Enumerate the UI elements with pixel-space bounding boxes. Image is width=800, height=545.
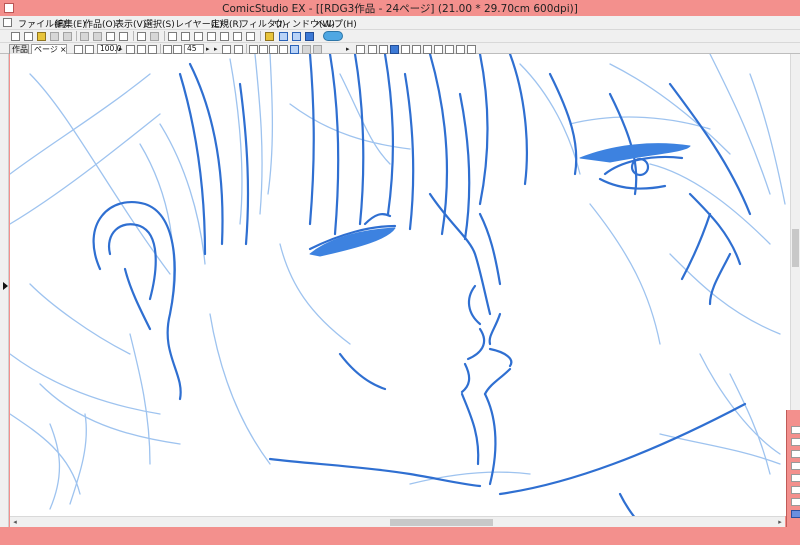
redo-icon[interactable] — [150, 32, 159, 41]
fit-page-icon[interactable] — [74, 45, 83, 54]
tone-area-icon[interactable] — [313, 45, 322, 54]
eyedropper-icon[interactable] — [401, 45, 410, 54]
flip-vertical-icon[interactable] — [234, 45, 243, 54]
pencil-icon[interactable] — [368, 45, 377, 54]
toolbar-separator — [133, 31, 134, 41]
main-toolbar — [0, 29, 800, 42]
material-icon[interactable] — [265, 32, 274, 41]
vertical-scroll-thumb[interactable] — [792, 229, 799, 267]
scroll-left-icon[interactable]: ◂ — [11, 518, 19, 526]
save-icon[interactable] — [50, 32, 59, 41]
balloon-icon[interactable] — [456, 45, 465, 54]
save-as-icon[interactable] — [63, 32, 72, 41]
panel-row[interactable] — [791, 486, 800, 494]
close-icon[interactable]: × — [60, 45, 67, 54]
panel-row-selected[interactable] — [791, 510, 800, 518]
window-title: ComicStudio EX - [[RDG3作品 - 24ページ] (21.0… — [222, 3, 578, 15]
document-icon[interactable] — [3, 18, 12, 27]
flip-horizontal-icon[interactable] — [222, 45, 231, 54]
fullscreen-icon[interactable] — [305, 32, 314, 41]
toolbar-separator — [76, 31, 77, 41]
drawing-canvas[interactable] — [10, 54, 790, 516]
trash-icon[interactable] — [119, 32, 128, 41]
toggle-icon[interactable] — [323, 31, 343, 41]
panel-icon[interactable] — [467, 45, 476, 54]
print-size-icon[interactable] — [137, 45, 146, 54]
rotate-left-icon[interactable] — [163, 45, 172, 54]
open-file-icon[interactable] — [24, 32, 33, 41]
expand-arrow-icon[interactable] — [3, 282, 8, 290]
tool-panel-icon[interactable] — [207, 32, 216, 41]
tone-icon[interactable] — [423, 45, 432, 54]
horizontal-scroll-thumb[interactable] — [390, 519, 493, 526]
folder-icon[interactable] — [37, 32, 46, 41]
window-mode-icon[interactable] — [279, 32, 288, 41]
display-icon[interactable] — [148, 45, 157, 54]
panel-row[interactable] — [791, 498, 800, 506]
toolbar-separator — [164, 31, 165, 41]
rotate-right-icon[interactable] — [173, 45, 182, 54]
guide-icon[interactable] — [269, 45, 278, 54]
panel-row[interactable] — [791, 438, 800, 446]
toolbar-separator — [160, 44, 161, 54]
tab-page[interactable]: ページ × — [31, 44, 67, 54]
view-toolbar: 作品 ページ × 100.0 ▸ 45 ▸ ▸ ▸ — [0, 42, 800, 54]
status-bar — [0, 527, 800, 545]
eraser-icon[interactable] — [379, 45, 388, 54]
toolbar-separator — [260, 31, 261, 41]
sketch-artwork — [10, 54, 786, 516]
cut-icon[interactable] — [80, 32, 89, 41]
grid-icon[interactable] — [259, 45, 268, 54]
ruler-icon[interactable] — [249, 45, 258, 54]
tab-page-label: ページ — [34, 45, 58, 54]
sketch-ink-lines — [92, 54, 752, 516]
zoom-spinner-icon[interactable]: ▸ — [119, 45, 123, 53]
text-icon[interactable] — [445, 45, 454, 54]
menu-bar: ファイル(F) 編集(E) 作品(O) 表示(V) 選択(S) レイヤー(L) … — [0, 16, 800, 30]
panel-row[interactable] — [791, 450, 800, 458]
tab-work[interactable]: 作品 — [9, 44, 29, 54]
copy-icon[interactable] — [93, 32, 102, 41]
snap-icon[interactable] — [279, 45, 288, 54]
print-icon[interactable] — [168, 32, 177, 41]
horizontal-scrollbar[interactable]: ◂ ▸ — [10, 516, 785, 527]
scroll-right-icon[interactable]: ▸ — [776, 518, 784, 526]
split-view-icon[interactable] — [292, 32, 301, 41]
rotation-step-icon[interactable]: ▸ — [214, 45, 218, 53]
preview-icon[interactable] — [302, 45, 311, 54]
fit-window-icon[interactable] — [126, 45, 135, 54]
panel-row[interactable] — [791, 462, 800, 470]
panel-row[interactable] — [791, 474, 800, 482]
toolbar-separator — [246, 44, 247, 54]
fill-icon[interactable] — [390, 45, 399, 54]
left-dock-strip — [0, 54, 9, 530]
gradation-icon[interactable] — [434, 45, 443, 54]
pen-icon[interactable] — [356, 45, 365, 54]
color-panel-icon[interactable] — [246, 32, 255, 41]
layer-color-icon[interactable] — [290, 45, 299, 54]
rotation-field[interactable]: 45 — [184, 44, 204, 54]
hand-icon[interactable] — [412, 45, 421, 54]
app-window: ComicStudio EX - [[RDG3作品 - 24ページ] (21.0… — [0, 0, 800, 545]
rotation-spinner-icon[interactable]: ▸ — [206, 45, 210, 53]
undo-icon[interactable] — [137, 32, 146, 41]
tab-work-label: 作品 — [12, 45, 28, 54]
actual-size-icon[interactable] — [85, 45, 94, 54]
zoom-field[interactable]: 100.0 — [97, 44, 121, 54]
new-file-icon[interactable] — [11, 32, 20, 41]
navigator-panel-icon[interactable] — [233, 32, 242, 41]
paste-icon[interactable] — [106, 32, 115, 41]
page-icon[interactable] — [181, 32, 190, 41]
panel-row[interactable] — [791, 426, 800, 434]
floating-layer-panel — [786, 410, 800, 530]
more-icon[interactable]: ▸ — [346, 45, 350, 53]
layer-panel-icon[interactable] — [194, 32, 203, 41]
property-panel-icon[interactable] — [220, 32, 229, 41]
title-bar: ComicStudio EX - [[RDG3作品 - 24ページ] (21.0… — [0, 0, 800, 16]
